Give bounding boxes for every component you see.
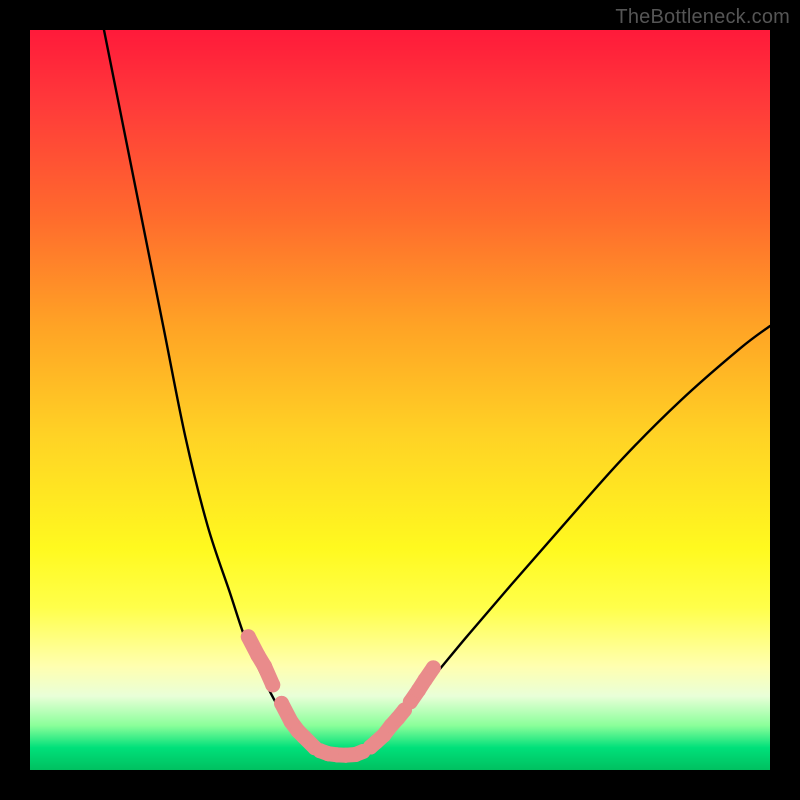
salmon-marker-group [241, 629, 441, 762]
marker-dot [274, 696, 289, 711]
chart-svg [30, 30, 770, 770]
marker-dot [426, 660, 441, 675]
chart-plot-area [30, 30, 770, 770]
watermark-text: TheBottleneck.com [615, 6, 790, 29]
marker-dot [257, 659, 272, 674]
marker-dot [296, 729, 311, 744]
bottleneck-curve [104, 30, 770, 755]
marker-dot [241, 629, 256, 644]
curve-group [104, 30, 770, 755]
marker-dot [265, 677, 280, 692]
